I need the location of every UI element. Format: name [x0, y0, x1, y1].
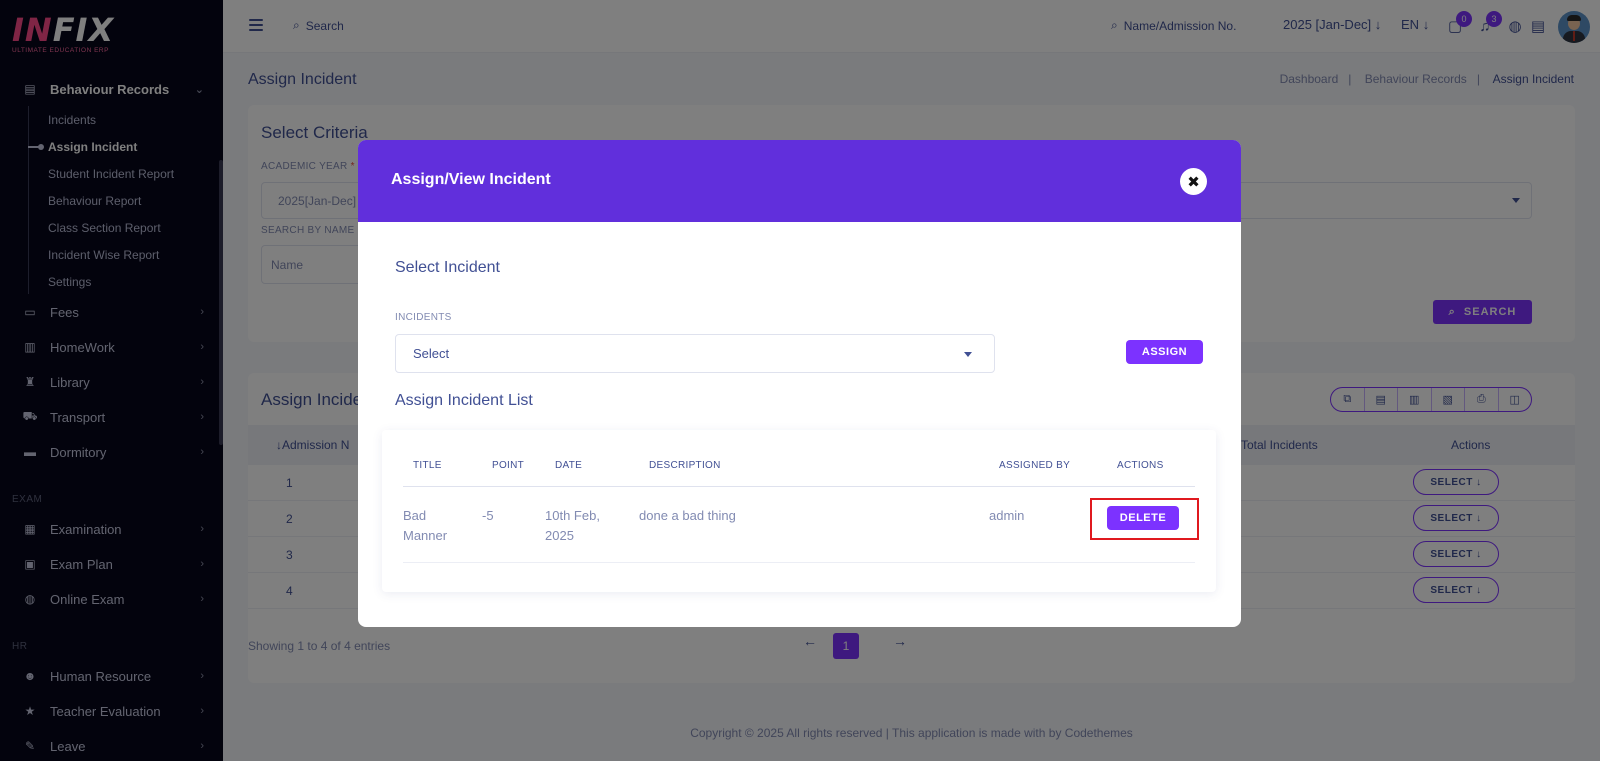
incidents-label: INCIDENTS — [395, 312, 452, 323]
assign-incident-modal: Assign/View Incident ✖ Select Incident I… — [358, 140, 1241, 627]
modal-title: Assign/View Incident — [391, 171, 551, 188]
incidents-select[interactable]: Select — [395, 334, 995, 373]
incident-title-cell: Bad Manner — [403, 508, 448, 543]
th-title: TITLE — [413, 460, 442, 471]
select-incident-title: Select Incident — [395, 259, 500, 276]
assign-incident-list-title: Assign Incident List — [395, 392, 533, 409]
close-icon[interactable]: ✖ — [1180, 168, 1207, 195]
table-divider — [403, 486, 1195, 487]
row-divider — [403, 562, 1195, 563]
incident-assigned-by-cell: admin — [989, 508, 1025, 523]
caret-down-icon — [964, 352, 972, 357]
incident-date-cell: 10th Feb, 2025 — [545, 508, 600, 543]
incident-point-cell: -5 — [482, 508, 494, 523]
incidents-select-value: Select — [413, 346, 450, 361]
incident-description-cell: done a bad thing — [639, 508, 736, 523]
th-point: POINT — [492, 460, 525, 471]
assign-button[interactable]: ASSIGN — [1126, 340, 1203, 364]
delete-button[interactable]: DELETE — [1107, 506, 1179, 530]
th-date: DATE — [555, 460, 583, 471]
th-description: DESCRIPTION — [649, 460, 721, 471]
th-assigned-by: ASSIGNED BY — [999, 460, 1071, 471]
modal-header: Assign/View Incident ✖ — [358, 140, 1241, 222]
th-actions: ACTIONS — [1117, 460, 1164, 471]
